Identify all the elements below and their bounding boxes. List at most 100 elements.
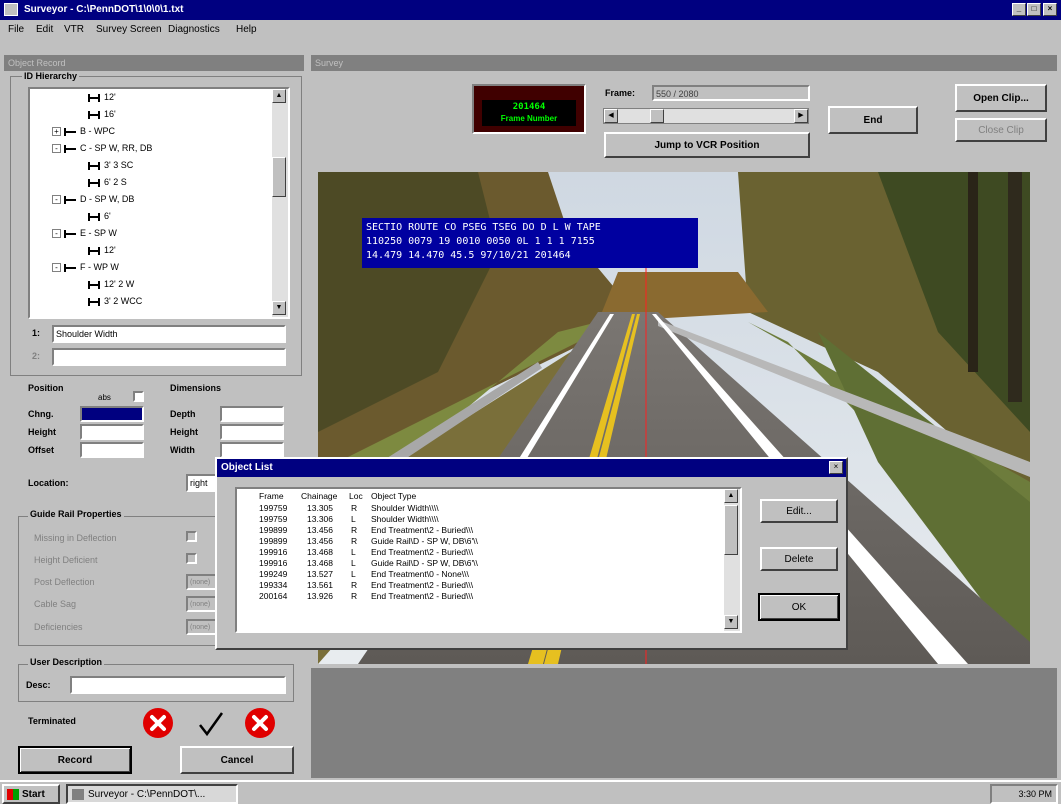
- cell-loc: L: [351, 569, 356, 579]
- start-button[interactable]: Start: [2, 784, 60, 804]
- object-list-row[interactable]: 199916 13.468 L Guide Rail\D - SP W, DB\6'\…: [237, 558, 723, 569]
- tree-item[interactable]: - F - WP W: [52, 262, 119, 273]
- dim-height-label: Height: [170, 427, 198, 437]
- terminated-no-icon[interactable]: [142, 707, 174, 739]
- survey-title: Survey: [311, 55, 1057, 71]
- tree-item[interactable]: 3' 2 WCC: [88, 296, 142, 306]
- pos-height-field[interactable]: [80, 424, 144, 440]
- minimize-button[interactable]: _: [1012, 3, 1026, 16]
- task-app-icon: [72, 789, 84, 800]
- close-clip-button[interactable]: Close Clip: [955, 118, 1047, 142]
- hierarchy-tree[interactable]: 12' 16' + B - WPC - C - SP W, RR, DB 3' 3 SC 6'…: [28, 87, 290, 319]
- object-list-row[interactable]: 200164 13.926 R End Treatment\2 - Buried\\\: [237, 591, 723, 602]
- tree-expander-icon[interactable]: -: [52, 195, 61, 205]
- object-list-row[interactable]: 199759 13.305 R Shoulder Width\\\\: [237, 503, 723, 514]
- object-list-row[interactable]: 199249 13.527 L End Treatment\0 - None\\\: [237, 569, 723, 580]
- chng-field[interactable]: [80, 406, 144, 422]
- list-scroll-thumb[interactable]: [724, 505, 738, 555]
- menu-vtr[interactable]: VTR: [64, 24, 84, 35]
- node-icon: [64, 229, 76, 238]
- node-icon: [64, 144, 76, 153]
- guide-rail-title: Guide Rail Properties: [28, 509, 124, 519]
- header-frame: Frame: [259, 491, 284, 501]
- menu-diagnostics[interactable]: Diagnostics: [168, 24, 220, 35]
- overlay-line-3: 14.479 14.470 45.5 97/10/21 201464: [366, 250, 571, 261]
- tree-item[interactable]: 3' 3 SC: [88, 160, 133, 170]
- depth-field[interactable]: [220, 406, 284, 422]
- object-list-row[interactable]: 199334 13.561 R End Treatment\2 - Buried\\\: [237, 580, 723, 591]
- frame-counter-value: 201464: [512, 102, 546, 112]
- tree-scrollbar[interactable]: ▲ ▼: [272, 89, 288, 317]
- slider-right-icon[interactable]: ▶: [794, 109, 808, 123]
- list-scroll-up-icon[interactable]: ▲: [724, 489, 738, 503]
- tree-item[interactable]: - C - SP W, RR, DB: [52, 143, 152, 154]
- object-list-row[interactable]: 199759 13.306 L Shoulder Width\\\\: [237, 514, 723, 525]
- edit-button[interactable]: Edit...: [760, 499, 838, 523]
- object-list-row[interactable]: 199899 13.456 R End Treatment\2 - Buried\\\: [237, 525, 723, 536]
- slider-thumb[interactable]: [650, 109, 664, 123]
- taskbar-surveyor-button[interactable]: Surveyor - C:\PennDOT\...: [66, 784, 238, 804]
- record-button[interactable]: Record: [18, 746, 132, 774]
- cell-type: End Treatment\2 - Buried\\\: [371, 580, 474, 590]
- tree-item[interactable]: 6' 2 S: [88, 177, 127, 187]
- length-icon: [88, 178, 100, 187]
- tree-item[interactable]: 12': [88, 245, 116, 255]
- maximize-button[interactable]: □: [1027, 3, 1041, 16]
- object-list-row[interactable]: 199899 13.456 R Guide Rail\D - SP W, DB\6'\…: [237, 536, 723, 547]
- cell-frame: 200164: [259, 591, 288, 601]
- desc-field[interactable]: [70, 676, 286, 694]
- scroll-down-icon[interactable]: ▼: [272, 301, 286, 315]
- cell-chainage: 13.468: [307, 547, 333, 557]
- length-icon: [88, 161, 100, 170]
- terminated-check-icon[interactable]: [196, 710, 226, 738]
- object-list-scrollbar[interactable]: ▲ ▼: [724, 489, 740, 631]
- tree-expander-icon[interactable]: +: [52, 127, 61, 137]
- tree-expander-icon[interactable]: -: [52, 263, 61, 273]
- field2-input[interactable]: [52, 348, 286, 366]
- offset-label: Offset: [28, 445, 55, 455]
- dim-height-field[interactable]: [220, 424, 284, 440]
- dialog-close-icon[interactable]: ×: [829, 461, 843, 474]
- frame-slider[interactable]: ◀ ▶: [603, 108, 809, 124]
- object-list[interactable]: Frame Chainage Loc Object Type 199759 13.…: [235, 487, 742, 633]
- tree-item-label: 12' 2 W: [104, 279, 135, 289]
- missing-deflection-checkbox[interactable]: [186, 531, 197, 542]
- cancel-button[interactable]: Cancel: [180, 746, 294, 774]
- tree-item[interactable]: - D - SP W, DB: [52, 194, 134, 205]
- tree-item[interactable]: 6': [88, 211, 111, 221]
- end-button[interactable]: End: [828, 106, 918, 134]
- delete-button[interactable]: Delete: [760, 547, 838, 571]
- ok-button[interactable]: OK: [758, 593, 840, 621]
- menu-help[interactable]: Help: [236, 24, 257, 35]
- tree-item[interactable]: - E - SP W: [52, 228, 117, 239]
- terminated-label: Terminated: [28, 716, 76, 726]
- tree-item[interactable]: 16': [88, 109, 116, 119]
- terminated-cancel-icon[interactable]: [244, 707, 276, 739]
- cell-frame: 199249: [259, 569, 288, 579]
- open-clip-button[interactable]: Open Clip...: [955, 84, 1047, 112]
- close-button[interactable]: ×: [1043, 3, 1057, 16]
- scroll-thumb[interactable]: [272, 157, 286, 197]
- scroll-up-icon[interactable]: ▲: [272, 89, 286, 103]
- tree-item[interactable]: 12' 2 W: [88, 279, 134, 289]
- menu-edit[interactable]: Edit: [36, 24, 53, 35]
- tree-expander-icon[interactable]: -: [52, 144, 61, 154]
- menu-file[interactable]: File: [8, 24, 24, 35]
- height-deficient-checkbox[interactable]: [186, 553, 197, 564]
- tree-item-label: 3' 2 WCC: [104, 296, 143, 306]
- slider-left-icon[interactable]: ◀: [604, 109, 618, 123]
- tree-item[interactable]: + B - WPC: [52, 126, 115, 137]
- cell-type: End Treatment\2 - Buried\\\: [371, 547, 474, 557]
- tree-item[interactable]: 12': [88, 92, 116, 102]
- cell-chainage: 13.305: [307, 503, 333, 513]
- abs-checkbox[interactable]: [133, 391, 144, 402]
- list-scroll-down-icon[interactable]: ▼: [724, 615, 738, 629]
- cell-loc: L: [351, 514, 356, 524]
- width-field[interactable]: [220, 442, 284, 458]
- jump-to-vcr-button[interactable]: Jump to VCR Position: [604, 132, 810, 158]
- tree-expander-icon[interactable]: -: [52, 229, 61, 239]
- offset-field[interactable]: [80, 442, 144, 458]
- menu-survey-screen[interactable]: Survey Screen: [96, 24, 162, 35]
- object-list-row[interactable]: 199916 13.468 L End Treatment\2 - Buried\\\: [237, 547, 723, 558]
- shoulder-width-field[interactable]: Shoulder Width: [52, 325, 286, 343]
